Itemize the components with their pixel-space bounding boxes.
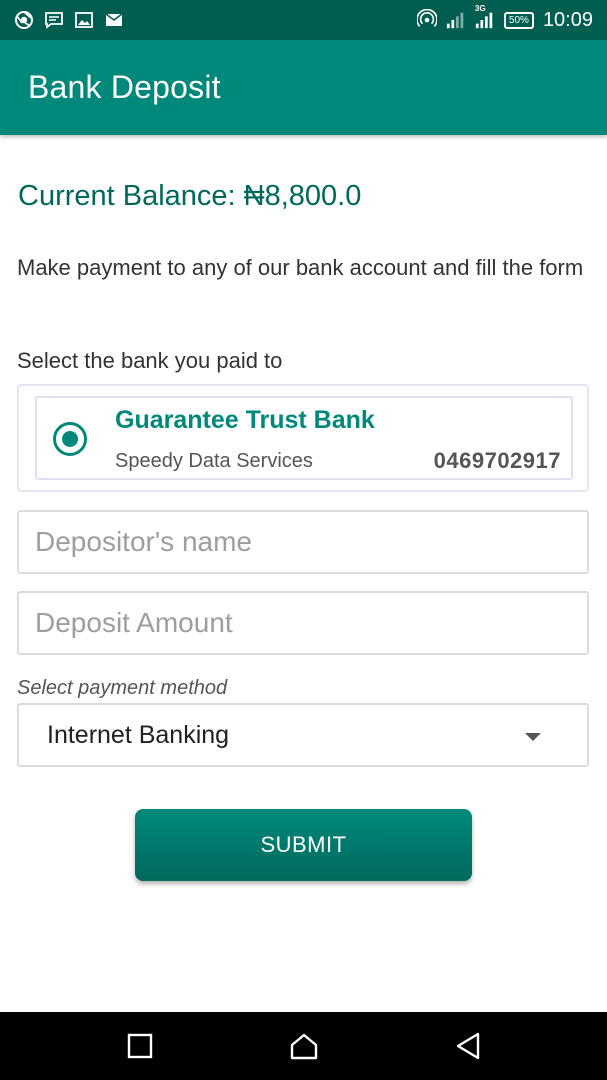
mail-icon (104, 10, 124, 30)
bank-radio-button[interactable] (53, 422, 87, 456)
status-bar: 3G 50% 10:09 (0, 0, 607, 40)
instruction-text: Make payment to any of our bank account … (17, 255, 584, 280)
account-name: Speedy Data Services (115, 450, 313, 472)
app-bar: Bank Deposit (0, 40, 607, 135)
clock: 10:09 (542, 8, 593, 31)
navigation-bar (0, 1012, 607, 1080)
home-icon (290, 1033, 317, 1060)
payment-method-value: Internet Banking (47, 720, 230, 749)
bank-name: Guarantee Trust Bank (115, 406, 375, 434)
depositor-name-input[interactable] (17, 510, 589, 574)
square-icon (127, 1033, 152, 1059)
battery-icon: 50% (503, 11, 534, 29)
radio-selected-dot (62, 431, 78, 447)
hotspot-icon (416, 9, 437, 30)
account-number: 0469702917 (433, 448, 561, 473)
back-button[interactable] (451, 1029, 485, 1063)
signal-icon (446, 10, 466, 30)
page-title: Bank Deposit (28, 69, 221, 105)
select-bank-label: Select the bank you paid to (17, 348, 283, 373)
submit-button[interactable]: SUBMIT (135, 809, 472, 881)
bank-list: Guarantee Trust Bank Speedy Data Service… (17, 384, 589, 492)
current-balance: Current Balance: ₦8,800.0 (18, 180, 362, 212)
network-type-label: 3G (474, 4, 486, 13)
home-button[interactable] (287, 1029, 321, 1063)
bank-option-gtb[interactable]: Guarantee Trust Bank Speedy Data Service… (35, 396, 573, 480)
image-icon (74, 10, 94, 30)
chrome-icon (14, 10, 34, 30)
signal-3g-icon: 3G (475, 4, 495, 30)
payment-method-label: Select payment method (17, 677, 228, 699)
recent-apps-button[interactable] (123, 1029, 157, 1063)
deposit-amount-input[interactable] (17, 591, 589, 655)
back-triangle-icon (456, 1032, 479, 1060)
system-icons: 3G 50% 10:09 (416, 4, 593, 32)
notification-icons (14, 10, 124, 30)
dropdown-arrow-icon (525, 733, 541, 741)
message-icon (44, 10, 64, 30)
payment-method-select[interactable]: Internet Banking (17, 703, 589, 767)
